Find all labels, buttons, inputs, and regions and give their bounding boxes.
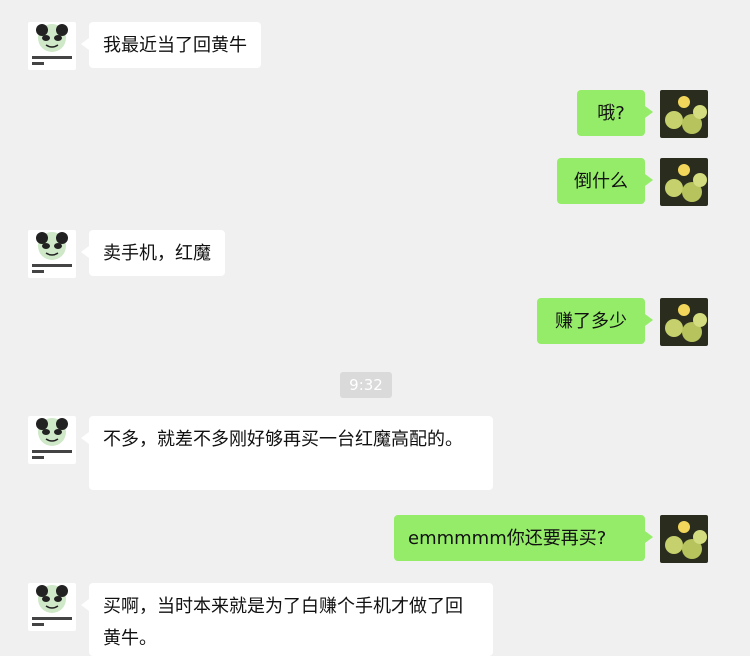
fruit-photo-icon[interactable] [660,515,708,563]
chat-window: 我最近当了回黄牛 哦? 倒什么 卖手机，红魔 赚了多少 9:32 不多，就差不多… [0,0,750,656]
message-bubble[interactable]: 哦? [577,90,653,136]
fruit-photo-icon[interactable] [660,90,708,138]
panda-meme-icon[interactable] [28,22,76,70]
fruit-photo-icon[interactable] [660,298,708,346]
message-bubble[interactable]: 买啊，当时本来就是为了白赚个手机才做了回黄牛。 [81,583,493,656]
fruit-photo-icon[interactable] [660,158,708,206]
panda-meme-icon[interactable] [28,583,76,631]
message-bubble[interactable]: 赚了多少 [537,298,653,344]
panda-meme-icon[interactable] [28,416,76,464]
message-bubble[interactable]: 不多，就差不多刚好够再买一台红魔高配的。 [81,416,493,490]
message-bubble[interactable]: 卖手机，红魔 [81,230,225,276]
panda-meme-icon[interactable] [28,230,76,278]
message-bubble[interactable]: emmmmm你还要再买? [394,515,653,561]
timestamp: 9:32 [340,372,392,398]
message-bubble[interactable]: 我最近当了回黄牛 [81,22,261,68]
message-bubble[interactable]: 倒什么 [557,158,653,204]
